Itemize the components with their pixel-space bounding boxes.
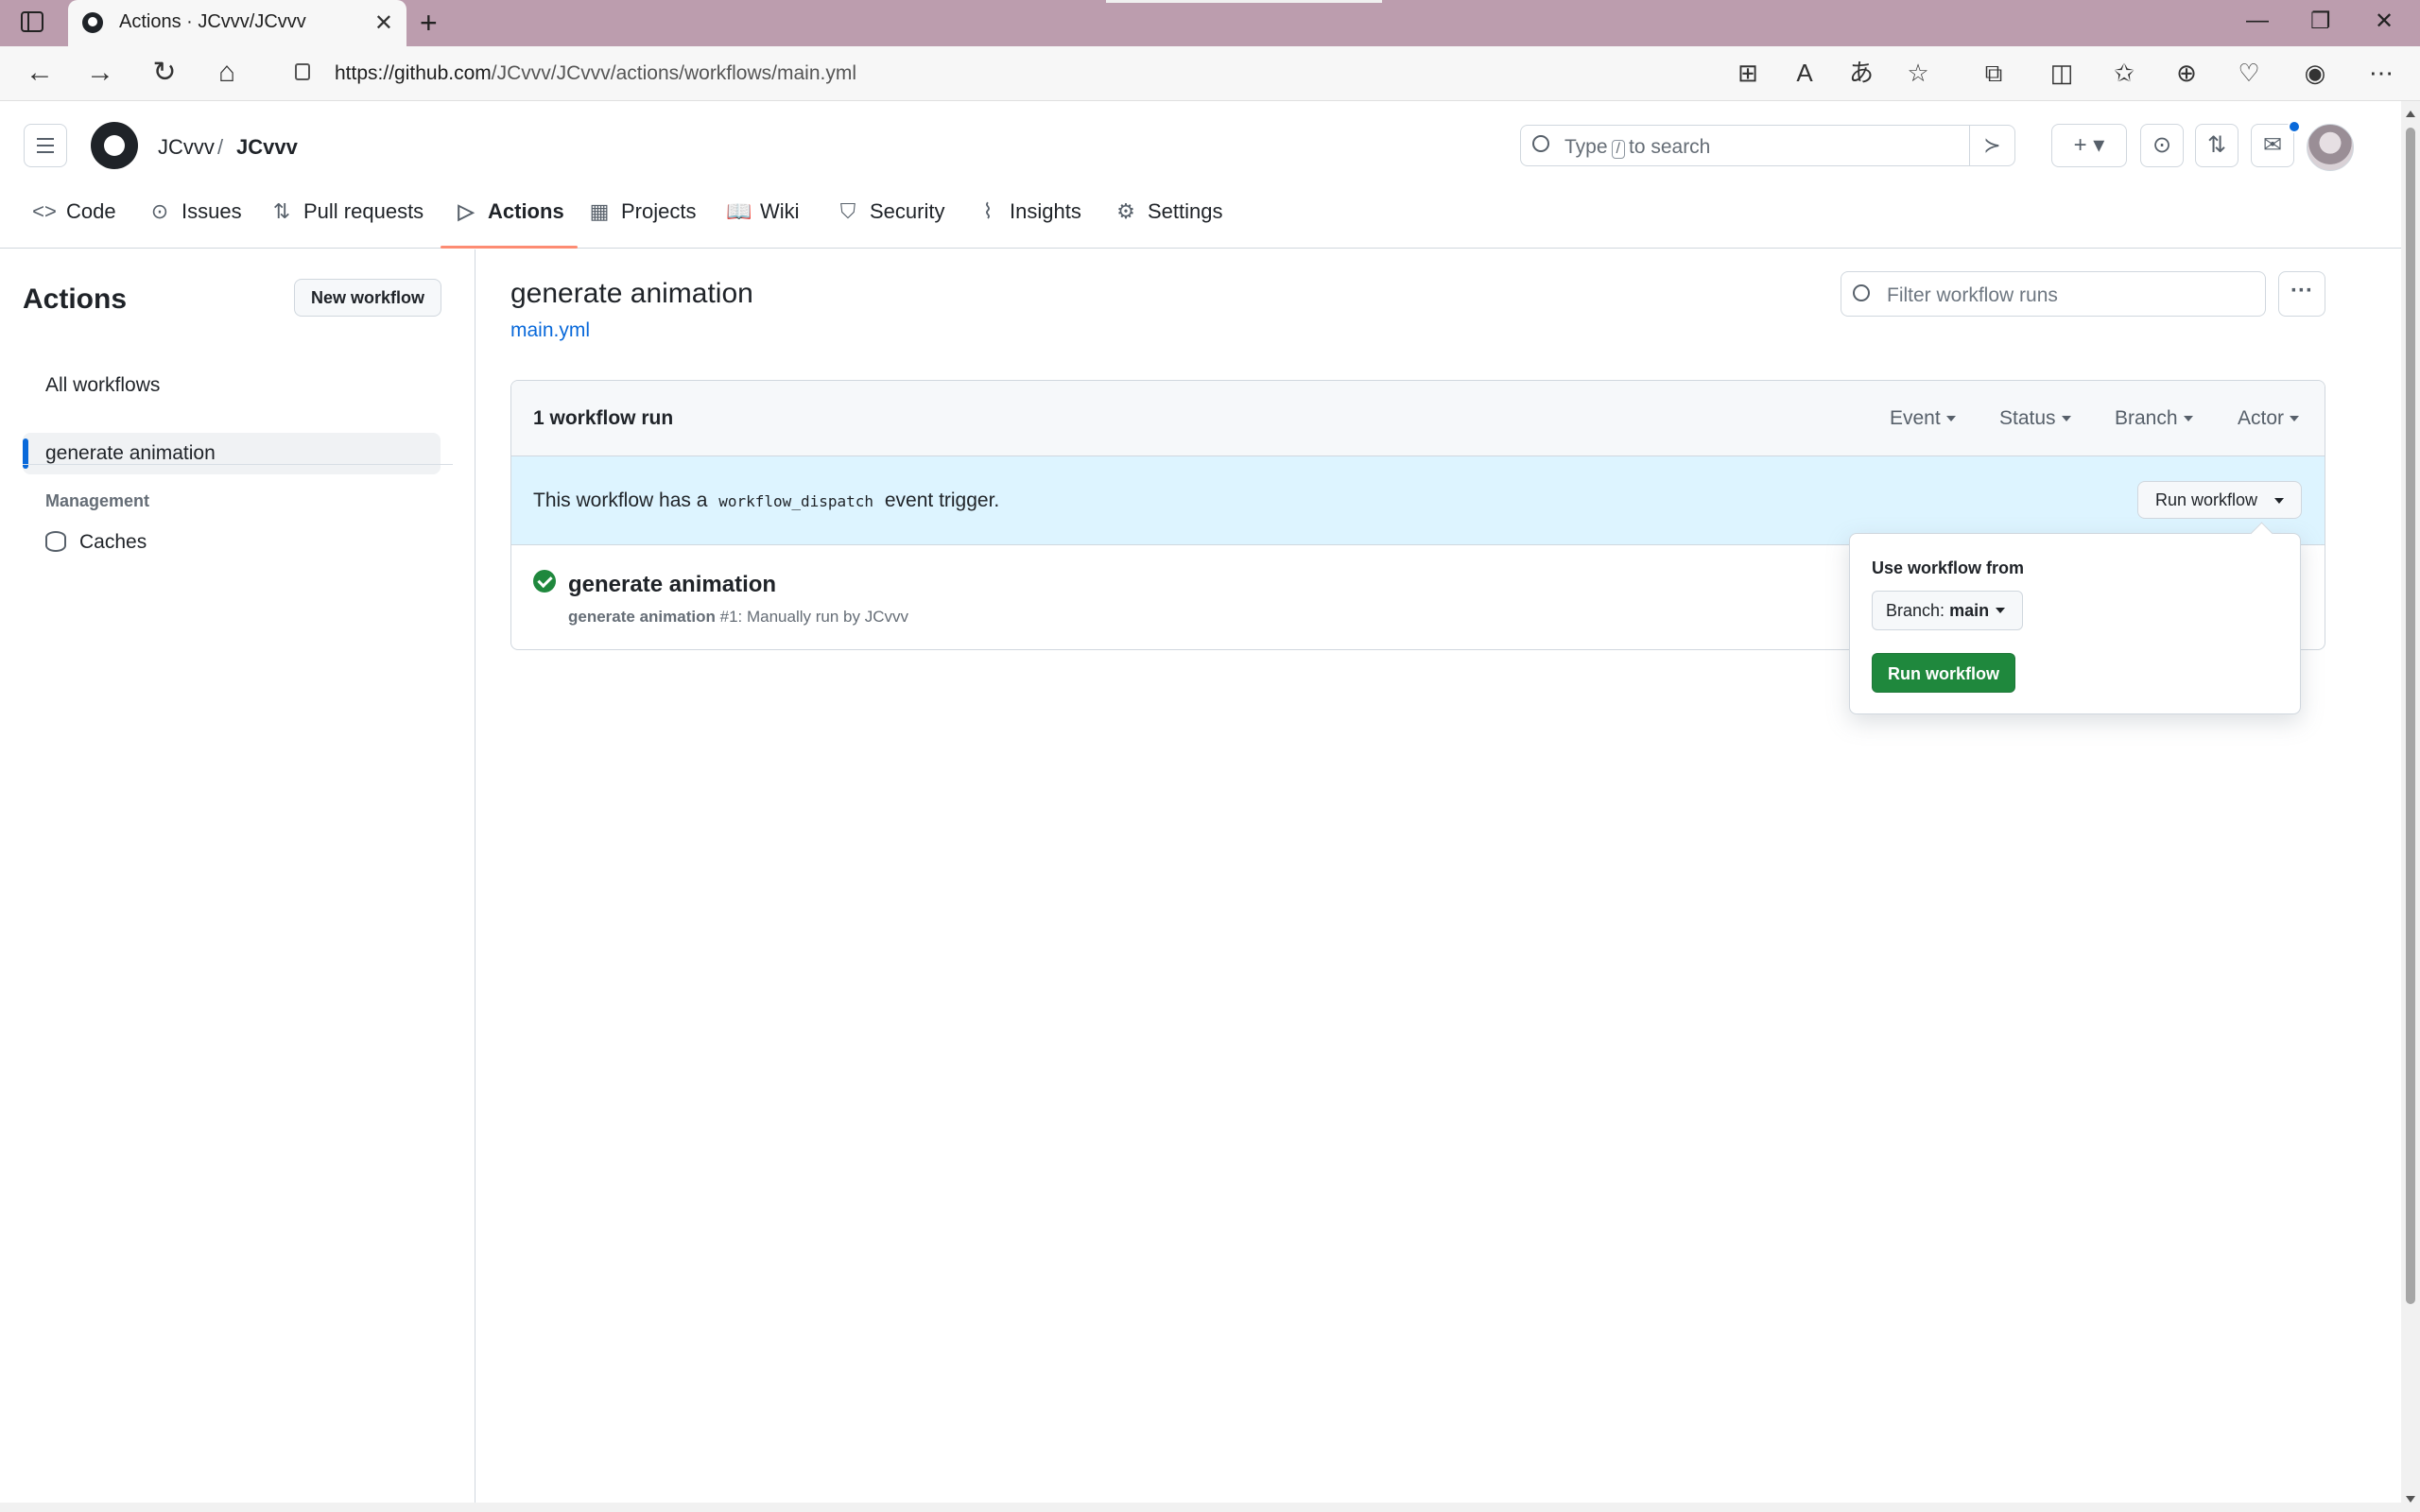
search-icon <box>1532 135 1549 152</box>
github-favicon-icon <box>82 12 103 33</box>
favorite-star-icon[interactable]: ☆ <box>1902 57 1934 89</box>
more-options-icon[interactable]: ⋯ <box>2365 57 2397 89</box>
use-workflow-from-label: Use workflow from <box>1872 558 2025 577</box>
scroll-up-icon[interactable] <box>2406 111 2415 117</box>
search-icon <box>1853 284 1870 301</box>
app-available-icon[interactable]: ⊞ <box>1732 57 1764 89</box>
dispatch-banner: This workflow has a workflow_dispatch ev… <box>511 456 2325 545</box>
more-actions-button[interactable]: ··· <box>2278 271 2325 317</box>
tab-settings[interactable]: ⚙ Settings <box>1114 199 1222 249</box>
banner-text: This workflow has a workflow_dispatch ev… <box>533 490 1000 511</box>
profile-icon[interactable]: ◉ <box>2299 57 2331 89</box>
new-workflow-button[interactable]: New workflow <box>294 279 441 317</box>
filter-placeholder: Filter workflow runs <box>1887 284 2058 306</box>
tab-code[interactable]: <> Code <box>32 199 115 249</box>
menu-icon[interactable] <box>24 124 67 167</box>
breadcrumb-separator: / <box>217 135 224 159</box>
avatar[interactable] <box>2307 124 2354 171</box>
read-aloud-icon[interactable]: A <box>1789 57 1821 89</box>
sidebar-item-generate-animation[interactable]: generate animation <box>23 433 441 474</box>
book-icon: 📖 <box>726 199 752 223</box>
extensions-icon[interactable]: ⧉ <box>1978 57 2010 89</box>
search-placeholder: Type / to search <box>1564 136 1711 159</box>
database-icon <box>45 531 66 552</box>
breadcrumb-repo[interactable]: JCvvv <box>236 135 298 160</box>
close-window-icon[interactable]: ✕ <box>2375 8 2394 35</box>
scrollbar-thumb[interactable] <box>2406 128 2415 1304</box>
back-icon[interactable]: ← <box>23 56 57 90</box>
address-bar[interactable]: https://github.com/JCvvv/JCvvv/actions/w… <box>268 52 1970 94</box>
graph-icon: ⌇ <box>982 199 994 223</box>
run-workflow-popover: Use workflow from Branch: main Run workf… <box>1849 533 2301 714</box>
pull-request-icon: ⇅ <box>272 199 291 223</box>
workflow-file-link[interactable]: main.yml <box>510 319 590 342</box>
tab-security[interactable]: ⛉ Security <box>836 199 945 249</box>
pull-requests-icon[interactable]: ⇅ <box>2195 124 2238 167</box>
vertical-scrollbar[interactable] <box>2401 101 2420 1512</box>
command-palette-icon[interactable]: ≻ <box>1969 126 2014 165</box>
tab-insights[interactable]: ⌇ Insights <box>976 199 1081 249</box>
branch-filter-dropdown[interactable]: Branch <box>2115 407 2193 430</box>
url-text: https://github.com/JCvvv/JCvvv/actions/w… <box>335 62 856 84</box>
run-workflow-dropdown-button[interactable]: Run workflow <box>2137 481 2302 519</box>
branch-select-button[interactable]: Branch: main <box>1872 591 2023 630</box>
collections-icon[interactable]: ⊕ <box>2170 57 2203 89</box>
success-check-icon <box>533 570 556 593</box>
global-search-input[interactable]: Type / to search ≻ <box>1520 125 2015 166</box>
table-icon: ▦ <box>589 199 610 223</box>
tab-projects[interactable]: ▦ Projects <box>587 199 697 249</box>
filter-runs-input[interactable]: Filter workflow runs <box>1841 271 2266 317</box>
scroll-down-icon[interactable] <box>2406 1496 2415 1503</box>
sidebar-toggle-icon[interactable] <box>21 11 43 32</box>
event-filter-dropdown[interactable]: Event <box>1890 407 1956 430</box>
run-count: 1 workflow run <box>533 407 674 429</box>
actions-sidebar: Actions New workflow All workflows gener… <box>0 249 475 1512</box>
browser-tab-active[interactable]: Actions · JCvvv/JCvvv ✕ <box>68 0 406 46</box>
runs-header: 1 workflow run Event Status Branch Actor <box>511 381 2325 456</box>
github-header: JCvvv / JCvvv Type / to search ≻ + ▾ ⊙ ⇅ ✉… <box>0 101 2401 249</box>
browser-tab-strip: Actions · JCvvv/JCvvv ✕ + — ❐ ✕ <box>0 0 2420 46</box>
translate-icon[interactable]: あ <box>1845 57 1877 89</box>
horizontal-scrollbar[interactable] <box>0 1503 2401 1512</box>
tab-title: Actions · JCvvv/JCvvv <box>119 11 306 32</box>
create-new-button[interactable]: + ▾ <box>2051 124 2127 167</box>
issue-icon: ⊙ <box>150 199 169 223</box>
inbox-icon[interactable]: ✉ <box>2251 124 2294 167</box>
actor-filter-dropdown[interactable]: Actor <box>2238 407 2299 430</box>
run-meta: generate animation #1: Manually run by J… <box>568 608 908 626</box>
sidebar-divider-line <box>23 464 453 465</box>
run-title-link[interactable]: generate animation <box>568 572 776 598</box>
lock-icon[interactable] <box>295 63 310 80</box>
notification-dot <box>2288 120 2301 133</box>
sidebar-item-caches[interactable]: Caches <box>45 531 147 554</box>
close-tab-icon[interactable]: ✕ <box>374 9 393 37</box>
reload-icon[interactable]: ↻ <box>147 56 182 90</box>
issues-icon[interactable]: ⊙ <box>2140 124 2184 167</box>
code-icon: <> <box>32 199 57 223</box>
window-drag-region <box>1106 0 1382 3</box>
tab-wiki[interactable]: 📖 Wiki <box>726 199 800 249</box>
github-logo-icon[interactable] <box>91 122 138 169</box>
status-filter-dropdown[interactable]: Status <box>1999 407 2071 430</box>
sidebar-item-all-workflows[interactable]: All workflows <box>23 365 441 406</box>
tab-issues[interactable]: ⊙ Issues <box>147 199 242 249</box>
sidebar-title: Actions <box>23 284 128 315</box>
restore-icon[interactable]: ❐ <box>2310 8 2331 35</box>
workflow-title: generate animation <box>510 278 753 309</box>
management-heading: Management <box>45 491 150 510</box>
browser-essentials-icon[interactable]: ♡ <box>2233 57 2265 89</box>
home-icon[interactable]: ⌂ <box>210 56 244 90</box>
forward-icon[interactable]: → <box>83 56 117 90</box>
split-screen-icon[interactable]: ◫ <box>2046 57 2078 89</box>
tab-pull-requests[interactable]: ⇅ Pull requests <box>269 199 424 249</box>
gear-icon: ⚙ <box>1116 199 1135 223</box>
shield-icon: ⛉ <box>839 199 856 223</box>
play-icon: ▷ <box>458 199 475 223</box>
new-tab-icon[interactable]: + <box>420 6 438 41</box>
tab-actions[interactable]: ▷ Actions <box>441 199 578 249</box>
run-workflow-submit-button[interactable]: Run workflow <box>1872 653 2015 693</box>
favorites-icon[interactable]: ✩ <box>2108 57 2140 89</box>
breadcrumb-owner[interactable]: JCvvv <box>158 135 215 160</box>
minimize-icon[interactable]: — <box>2246 8 2269 34</box>
